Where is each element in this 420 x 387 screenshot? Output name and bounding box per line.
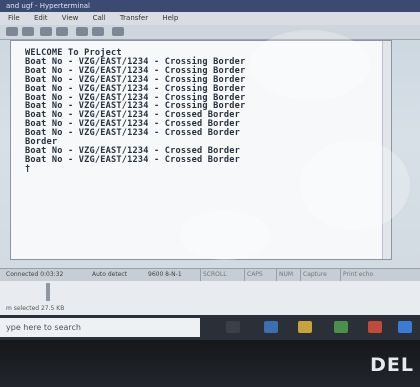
terminal-output[interactable]: WELCOME To Project Boat No - VZG/EAST/123… bbox=[10, 40, 392, 260]
taskbar: ype here to search bbox=[0, 315, 420, 340]
brand-logo: DEL bbox=[370, 354, 414, 376]
monitor-screen: and ugf - Hyperterminal File Edit View C… bbox=[0, 0, 420, 340]
status-bar: Connected 0:03:32 Auto detect 9600 8-N-1… bbox=[0, 268, 420, 281]
window-title: and ugf - Hyperterminal bbox=[0, 0, 420, 12]
menu-help[interactable]: Help bbox=[162, 14, 178, 22]
open-icon[interactable] bbox=[22, 27, 34, 36]
edge-icon[interactable] bbox=[264, 321, 278, 333]
num-indicator: NUM bbox=[276, 269, 293, 281]
receive-icon[interactable] bbox=[92, 27, 104, 36]
folder-icon[interactable] bbox=[298, 321, 312, 333]
scrollbar-thumb[interactable] bbox=[46, 283, 50, 301]
terminal-line: Boat No - VZG/EAST/1234 - Crossed Border bbox=[25, 154, 240, 165]
vertical-scrollbar[interactable] bbox=[382, 41, 391, 259]
new-icon[interactable] bbox=[6, 27, 18, 36]
menu-edit[interactable]: Edit bbox=[34, 14, 48, 22]
connection-status: Connected 0:03:32 bbox=[6, 271, 64, 278]
selection-info: m selected 27.5 KB bbox=[6, 305, 65, 312]
taskbar-search[interactable]: ype here to search bbox=[0, 318, 200, 337]
capture-indicator: Capture bbox=[300, 269, 327, 281]
properties-icon[interactable] bbox=[112, 27, 124, 36]
monitor-bezel bbox=[0, 340, 420, 387]
toolbar bbox=[0, 25, 420, 40]
caps-indicator: CAPS bbox=[244, 269, 263, 281]
print-indicator: Print echo bbox=[340, 269, 373, 281]
menu-call[interactable]: Call bbox=[93, 14, 106, 22]
file-explorer-strip: m selected 27.5 KB bbox=[0, 281, 420, 315]
store-icon[interactable] bbox=[334, 321, 348, 333]
send-icon[interactable] bbox=[76, 27, 88, 36]
chrome-icon[interactable] bbox=[368, 321, 382, 333]
port-settings: 9600 8-N-1 bbox=[148, 271, 182, 278]
menu-transfer[interactable]: Transfer bbox=[120, 14, 148, 22]
scroll-indicator: SCROLL bbox=[200, 269, 227, 281]
menu-view[interactable]: View bbox=[62, 14, 79, 22]
terminal-lines: WELCOME To Project Boat No - VZG/EAST/123… bbox=[25, 49, 245, 174]
phone-icon[interactable] bbox=[40, 27, 52, 36]
detect-status: Auto detect bbox=[92, 271, 128, 278]
menu-file[interactable]: File bbox=[8, 14, 20, 22]
terminal-line: Boat No - VZG/EAST/1234 - Crossed Border bbox=[25, 128, 240, 139]
task-view-icon[interactable] bbox=[226, 321, 240, 333]
menu-bar: File Edit View Call Transfer Help bbox=[0, 12, 420, 25]
terminal-line: † bbox=[25, 163, 31, 174]
app-icon[interactable] bbox=[398, 321, 412, 333]
disconnect-icon[interactable] bbox=[56, 27, 68, 36]
